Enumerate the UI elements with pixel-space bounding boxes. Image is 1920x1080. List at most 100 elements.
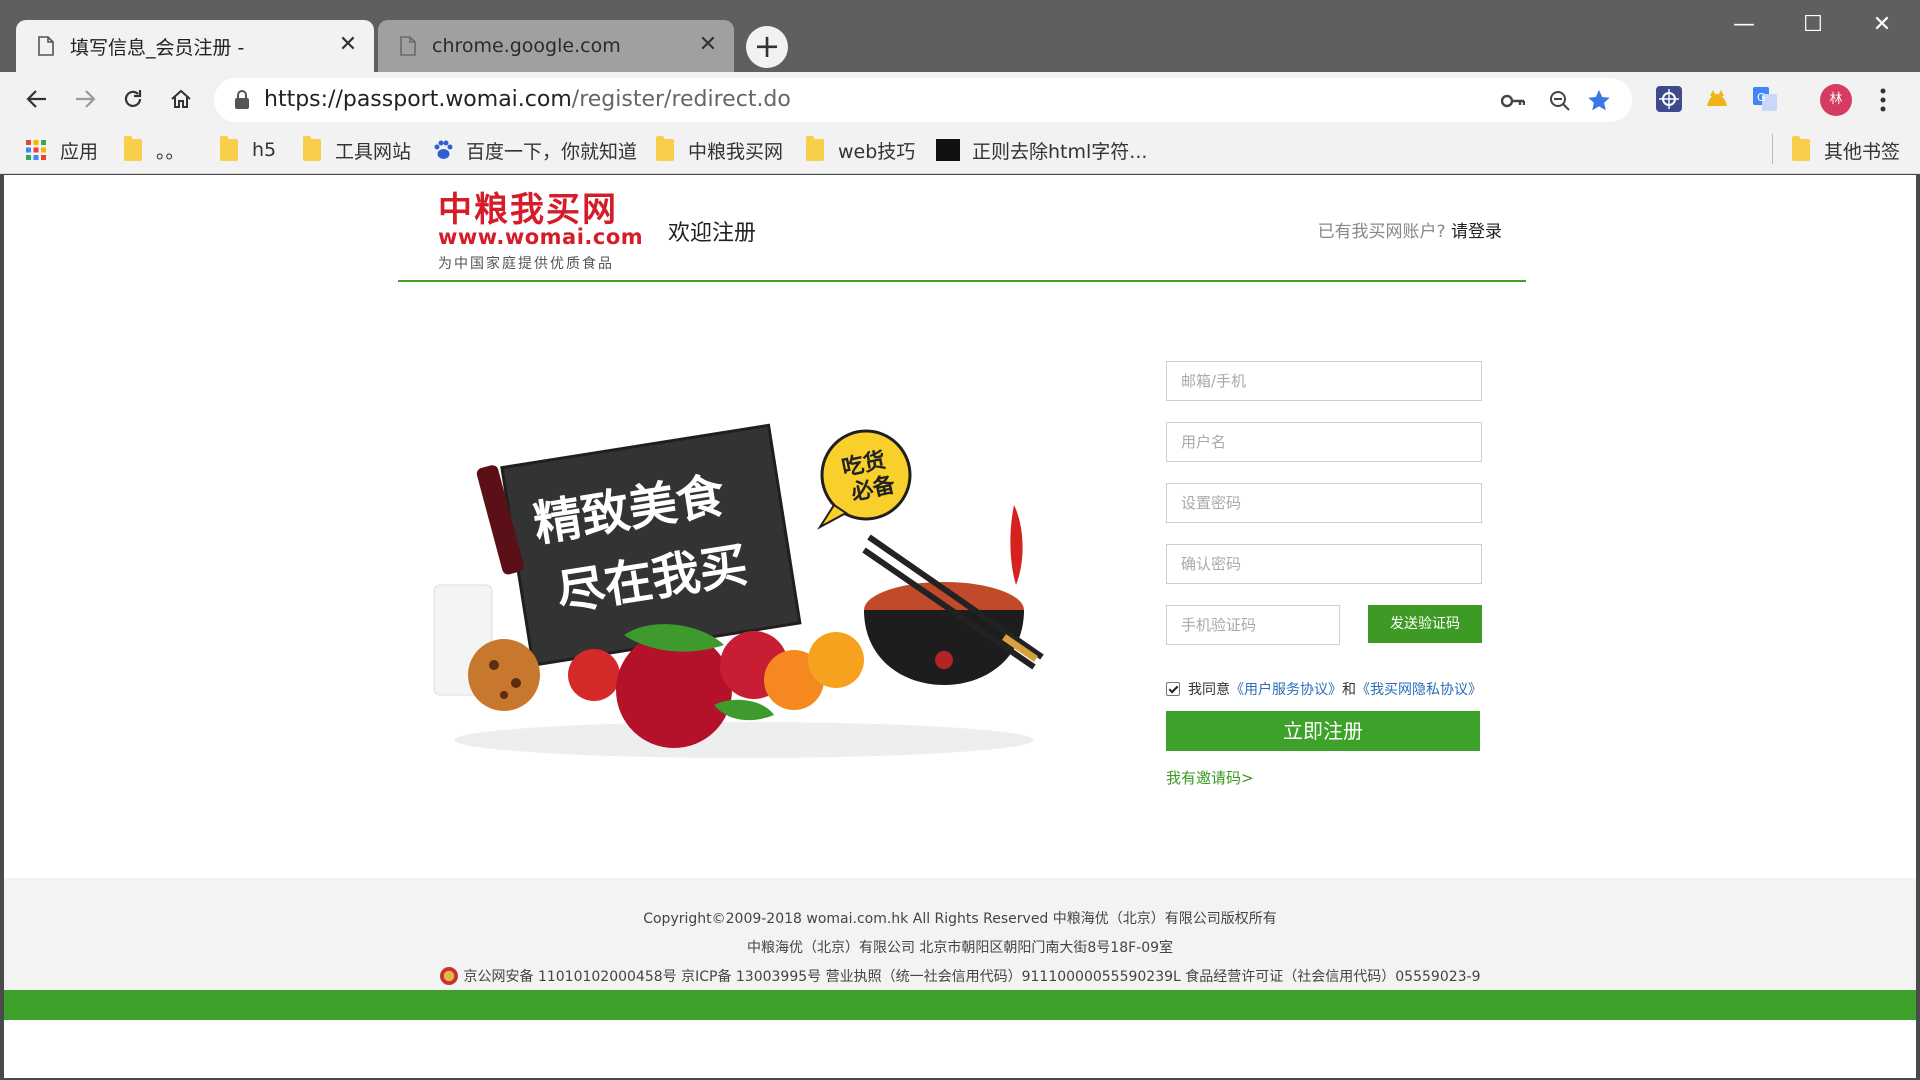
document-icon bbox=[38, 36, 54, 56]
browser-toolbar: https://passport.womai.com/register/redi… bbox=[0, 72, 1920, 126]
cookie bbox=[468, 639, 540, 711]
star-icon[interactable] bbox=[1586, 88, 1612, 114]
bookmark-webtips[interactable]: web技巧 bbox=[806, 136, 915, 164]
login-link[interactable]: 请登录 bbox=[1451, 222, 1502, 242]
apple bbox=[568, 649, 620, 701]
folder-icon bbox=[303, 136, 321, 161]
footer-license-text: 京公网安备 11010102000458号 京ICP备 13003995号 营业… bbox=[463, 969, 1481, 985]
tab-strip: 填写信息_会员注册 - ✕ chrome.google.com ✕ + — ☐ … bbox=[0, 0, 1920, 72]
police-badge-icon bbox=[439, 967, 458, 985]
invite-code-link[interactable]: 我有邀请码> bbox=[1166, 767, 1254, 788]
maximize-button[interactable]: ☐ bbox=[1783, 8, 1843, 42]
chili-pepper bbox=[1010, 505, 1023, 585]
page-title: 欢迎注册 bbox=[668, 221, 757, 246]
tab-register[interactable]: 填写信息_会员注册 - ✕ bbox=[16, 20, 374, 72]
bookmark-label: 工具网站 bbox=[335, 140, 412, 163]
extension-spider-icon[interactable] bbox=[1655, 85, 1683, 113]
logo-url: www.womai.com bbox=[438, 225, 644, 249]
folder-icon bbox=[1792, 136, 1810, 161]
bookmark-label: web技巧 bbox=[838, 140, 916, 163]
minimize-button[interactable]: — bbox=[1714, 8, 1774, 42]
translate-icon[interactable]: G bbox=[1751, 85, 1779, 113]
bookmark-label: 百度一下，你就知道 bbox=[466, 140, 638, 163]
bookmark-label: 。。 bbox=[156, 140, 185, 163]
privacy-agreement-link[interactable]: 《我买网隐私协议》 bbox=[1356, 679, 1482, 699]
window-close-button[interactable]: ✕ bbox=[1852, 8, 1912, 42]
footer-green-bar bbox=[4, 990, 1916, 1020]
profile-avatar[interactable]: 林 bbox=[1820, 84, 1852, 116]
agree-checkbox[interactable] bbox=[1166, 682, 1180, 696]
logo-slogan: 为中国家庭提供优质食品 bbox=[438, 256, 614, 272]
bookmark-apps[interactable]: 应用 bbox=[26, 136, 98, 164]
extension-cat-icon[interactable] bbox=[1703, 85, 1731, 113]
bookmark-label: 应用 bbox=[60, 140, 99, 163]
tab-title: 填写信息_会员注册 - bbox=[70, 36, 245, 59]
bookmark-label: 其他书签 bbox=[1824, 140, 1901, 163]
footer-license: 京公网安备 11010102000458号 京ICP备 13003995号 营业… bbox=[4, 966, 1916, 986]
address-bar[interactable]: https://passport.womai.com/register/redi… bbox=[214, 78, 1632, 122]
promo-illustration: 精致美食 尽在我买 吃货 必备 bbox=[433, 423, 1044, 758]
site-footer: Copyright©2009-2018 womai.com.hk All Rig… bbox=[4, 878, 1916, 990]
arrow-left-icon bbox=[26, 90, 46, 108]
login-hint: 已有我买网账户? 请登录 bbox=[1318, 217, 1502, 242]
menu-dots-icon[interactable] bbox=[1872, 84, 1894, 116]
bookmark-label: 正则去除html字符... bbox=[972, 140, 1148, 163]
baidu-icon bbox=[434, 140, 453, 159]
url-host: https://passport.womai.com bbox=[264, 87, 572, 112]
svg-text:G: G bbox=[1757, 91, 1766, 104]
key-icon[interactable] bbox=[1500, 88, 1526, 114]
close-icon[interactable]: ✕ bbox=[696, 33, 720, 57]
agree-prefix: 我同意 bbox=[1188, 682, 1230, 698]
site-logo[interactable]: 中粮我买网 www.womai.com 为中国家庭提供优质食品 bbox=[438, 190, 644, 281]
bookmark-h5[interactable]: h5 bbox=[220, 136, 276, 164]
new-tab-button[interactable]: + bbox=[746, 26, 788, 68]
url-text: https://passport.womai.com/register/redi… bbox=[264, 87, 791, 112]
document-icon bbox=[400, 36, 416, 56]
site-icon bbox=[936, 139, 960, 161]
sms-code-input[interactable]: 手机验证码 bbox=[1166, 605, 1340, 645]
folder-icon bbox=[656, 136, 674, 161]
home-icon bbox=[171, 89, 191, 108]
footer-copyright: Copyright©2009-2018 womai.com.hk All Rig… bbox=[643, 911, 1277, 927]
agreement-row: 我同意 《用户服务协议》 和 《我买网隐私协议》 bbox=[1166, 679, 1482, 699]
promo-badge: 吃货 必备 bbox=[817, 429, 912, 530]
reload-icon bbox=[124, 90, 142, 107]
close-icon[interactable]: ✕ bbox=[336, 33, 360, 57]
bookmark-dots[interactable]: 。。 bbox=[124, 136, 185, 164]
arrow-right-icon bbox=[76, 90, 96, 108]
folder-icon bbox=[220, 136, 238, 161]
password-input[interactable]: 设置密码 bbox=[1166, 483, 1482, 523]
back-button[interactable] bbox=[18, 80, 56, 118]
lock-icon bbox=[235, 90, 249, 109]
folder-icon bbox=[124, 136, 142, 161]
bookmark-baidu[interactable]: 百度一下，你就知道 bbox=[432, 136, 637, 164]
bookmark-tools[interactable]: 工具网站 bbox=[303, 136, 411, 164]
site-header: 中粮我买网 www.womai.com 为中国家庭提供优质食品 欢迎注册 已有我… bbox=[398, 175, 1526, 282]
send-code-button[interactable]: 发送验证码 bbox=[1368, 605, 1482, 643]
zoom-out-icon[interactable] bbox=[1547, 88, 1573, 114]
username-input[interactable]: 用户名 bbox=[1166, 422, 1482, 462]
home-button[interactable] bbox=[162, 80, 200, 118]
confirm-password-input[interactable]: 确认密码 bbox=[1166, 544, 1482, 584]
apps-grid-icon bbox=[26, 140, 46, 160]
folder-icon bbox=[806, 136, 824, 161]
agree-and: 和 bbox=[1342, 682, 1356, 698]
bookmark-womai[interactable]: 中粮我买网 bbox=[656, 136, 783, 164]
tab-chrome-google[interactable]: chrome.google.com ✕ bbox=[378, 20, 734, 72]
reload-button[interactable] bbox=[114, 80, 152, 118]
register-button[interactable]: 立即注册 bbox=[1166, 711, 1480, 751]
browser-window: 填写信息_会员注册 - ✕ chrome.google.com ✕ + — ☐ … bbox=[0, 0, 1920, 1080]
user-agreement-link[interactable]: 《用户服务协议》 bbox=[1230, 679, 1342, 699]
login-prompt: 已有我买网账户? bbox=[1317, 222, 1446, 242]
bookmark-regex[interactable]: 正则去除html字符... bbox=[936, 136, 1147, 164]
tab-title: chrome.google.com bbox=[432, 35, 621, 57]
url-path: /register/redirect.do bbox=[571, 87, 791, 112]
email-phone-input[interactable]: 邮箱/手机 bbox=[1166, 361, 1482, 401]
bookmarks-bar: 应用 。。 h5 工具网站 百度一下，你就知道 中粮我买网 web技巧 正则去除… bbox=[0, 126, 1920, 174]
logo-chinese: 中粮我买网 bbox=[438, 190, 618, 230]
forward-button[interactable] bbox=[66, 80, 104, 118]
bookmark-divider bbox=[1772, 134, 1773, 164]
bookmark-label: h5 bbox=[252, 139, 277, 161]
bookmark-other[interactable]: 其他书签 bbox=[1792, 136, 1900, 164]
bookmark-label: 中粮我买网 bbox=[688, 140, 784, 163]
